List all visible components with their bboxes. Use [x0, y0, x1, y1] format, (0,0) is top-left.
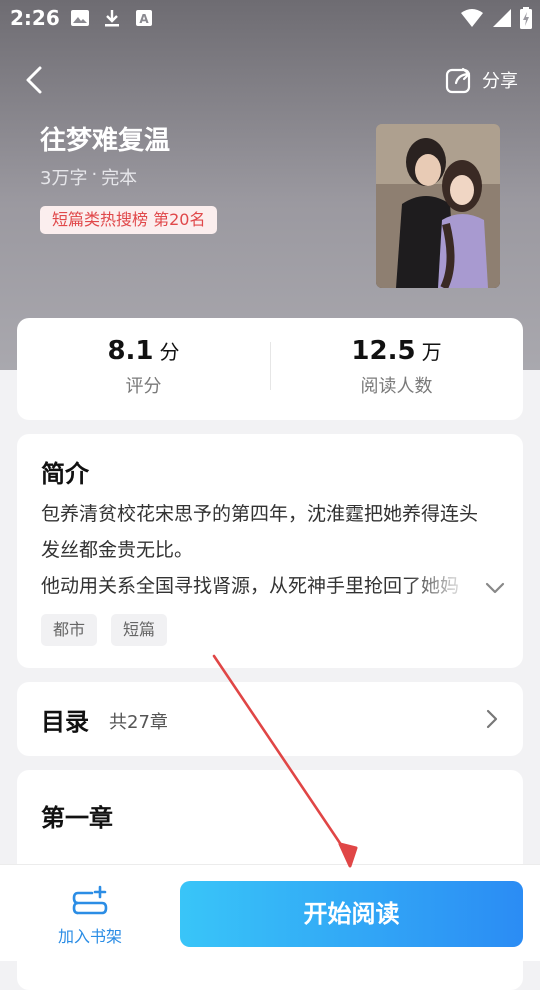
bottom-action-bar: 加入书架 开始阅读 [0, 864, 540, 961]
status-time: 2:26 [10, 6, 60, 30]
battery-icon [520, 7, 532, 29]
chevron-right-icon [486, 709, 498, 729]
book-cover-image [376, 124, 500, 288]
toc-heading: 目录 [41, 708, 89, 736]
readers-label: 阅读人数 [360, 376, 433, 397]
wifi-icon [461, 9, 483, 27]
bookshelf-icon [72, 885, 108, 915]
rank-badge[interactable]: 短篇类热搜榜 第20名 [40, 206, 218, 234]
back-arrow-icon[interactable] [18, 62, 54, 98]
book-title: 往梦难复温 [40, 126, 171, 156]
intro-heading: 简介 [41, 460, 89, 488]
add-to-shelf-button[interactable]: 加入书架 [40, 885, 140, 947]
share-icon [445, 67, 471, 94]
share-button[interactable]: 分享 [444, 64, 518, 96]
status-bar: 2:26 A [0, 0, 540, 36]
chevron-down-icon[interactable] [481, 574, 509, 602]
rating-value-row: 8.1 分 [17, 336, 270, 366]
signal-icon [493, 9, 511, 27]
intro-text: 包养清贫校花宋思予的第四年，沈淮霆把她养得连头 发丝都金贵无比。 他动用关系全国… [41, 496, 507, 604]
rating-unit: 分 [159, 340, 180, 364]
chapter-heading: 第一章 [41, 804, 113, 832]
intro-line: 发丝都金贵无比。 [41, 539, 194, 561]
table-of-contents-row[interactable]: 目录 共27章 [17, 682, 523, 756]
rating-label: 评分 [125, 376, 162, 397]
share-label: 分享 [482, 71, 518, 92]
readers-value-row: 12.5 万 [270, 336, 523, 366]
download-icon [105, 10, 119, 27]
intro-line: 包养清贫校花宋思予的第四年，沈淮霆把她养得连头 [41, 503, 479, 525]
font-icon: A [136, 10, 152, 26]
add-to-shelf-label: 加入书架 [57, 927, 122, 946]
intro-card[interactable]: 简介 包养清贫校花宋思予的第四年，沈淮霆把她养得连头 发丝都金贵无比。 他动用关… [17, 434, 523, 668]
tag-item[interactable]: 短篇 [111, 614, 168, 646]
start-reading-button[interactable]: 开始阅读 [180, 881, 523, 947]
book-status: 完本 [101, 168, 138, 189]
readers-unit: 万 [421, 340, 442, 364]
intro-line: 他动用关系全国寻找肾源，从死神手里抢回了她妈 [41, 575, 460, 597]
chapter-count: 共27章 [109, 712, 168, 733]
book-meta: 3万字 · 完本 [40, 164, 137, 190]
readers-value: 12.5 [351, 336, 416, 366]
word-count: 3万字 [40, 168, 88, 189]
readers-stat: 12.5 万 阅读人数 [270, 318, 523, 420]
svg-text:A: A [139, 12, 149, 26]
rating-stat: 8.1 分 评分 [17, 318, 270, 420]
meta-separator: · [91, 164, 98, 185]
tag-item[interactable]: 都市 [41, 614, 98, 646]
cover-illustration [376, 124, 500, 288]
image-icon [71, 10, 89, 26]
tag-list: 都市 短篇 [41, 614, 168, 646]
rating-value: 8.1 [107, 336, 154, 366]
stats-card: 8.1 分 评分 12.5 万 阅读人数 [17, 318, 523, 420]
